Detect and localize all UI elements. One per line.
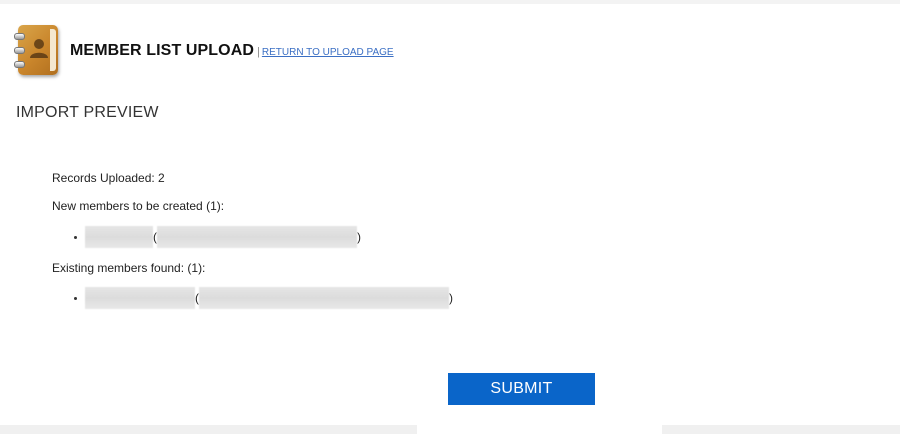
import-preview-heading: IMPORT PREVIEW: [16, 104, 159, 121]
redacted-member-name: [85, 287, 195, 309]
title-separator: |: [257, 46, 260, 58]
submit-button[interactable]: SUBMIT: [448, 373, 595, 405]
page-header: MEMBER LIST UPLOAD | RETURN TO UPLOAD PA…: [14, 22, 394, 80]
existing-member-list-item: ( ): [74, 286, 453, 310]
new-member-list-item: ( ): [74, 225, 361, 249]
redacted-member-name: [85, 226, 153, 248]
existing-members-label: Existing members found: (1):: [52, 261, 206, 275]
new-members-label: New members to be created (1):: [52, 199, 225, 213]
paren-close: ): [449, 291, 453, 305]
top-strip: [0, 0, 900, 4]
page-title: MEMBER LIST UPLOAD: [70, 42, 255, 59]
paren-close: ): [357, 230, 361, 244]
redacted-member-email: [199, 287, 449, 309]
redacted-member-email: [157, 226, 357, 248]
bullet-icon: [74, 296, 77, 300]
bottom-strip: [0, 425, 900, 434]
return-to-upload-link[interactable]: RETURN TO UPLOAD PAGE: [262, 47, 394, 58]
address-book-icon: [14, 25, 58, 77]
records-uploaded-text: Records Uploaded: 2: [52, 171, 165, 185]
person-icon: [30, 39, 48, 58]
page: MEMBER LIST UPLOAD | RETURN TO UPLOAD PA…: [0, 0, 900, 434]
bullet-icon: [74, 235, 77, 239]
